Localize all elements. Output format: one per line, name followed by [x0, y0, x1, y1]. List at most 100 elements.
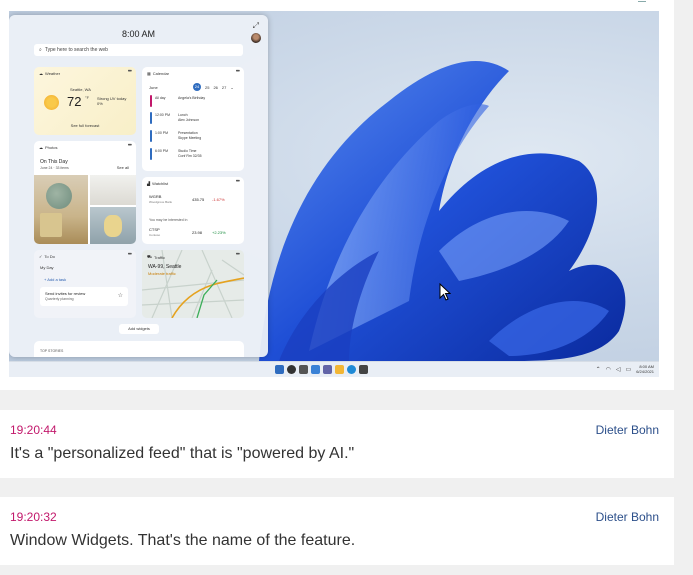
traffic-road: WA-99, Seattle	[148, 264, 182, 270]
live-blog-page: 8:00 AM ⤢ ⌕ Type here to search the web …	[0, 0, 693, 575]
teams-icon[interactable]	[323, 365, 332, 374]
event-name: Studio Time Conf Rm 32/35	[178, 149, 202, 159]
cloud-icon: ☁	[39, 145, 43, 150]
stock-change: +2.23%	[212, 230, 226, 235]
weather-condition: Strong UV today 0%	[97, 96, 126, 106]
post-timestamp[interactable]: 19:20:44	[10, 423, 57, 437]
stock-value: 23.98	[192, 230, 203, 235]
traffic-map	[142, 250, 244, 318]
widgets-icon[interactable]	[311, 365, 320, 374]
add-widgets-button[interactable]: Add widgets	[119, 324, 159, 334]
full-forecast-link[interactable]: See full forecast	[34, 123, 136, 128]
volume-icon[interactable]: ◁	[616, 366, 621, 373]
calendar-day[interactable]: 26	[213, 85, 217, 90]
event-name: Lunch Alex Johnson	[178, 113, 199, 123]
calendar-widget[interactable]: ▦ Calendar ••• June 24 25 26 27 ⌄ All da…	[142, 67, 244, 171]
chevron-up-icon[interactable]: ⌃	[596, 366, 601, 373]
photo-thumbnail[interactable]	[90, 175, 136, 205]
post-timestamp[interactable]: 19:20:32	[10, 510, 57, 524]
live-post: 19:20:32 Dieter Bohn Window Widgets. Tha…	[0, 497, 674, 565]
todo-item-subtitle: Quarterly planning	[45, 297, 74, 301]
todo-list-name[interactable]: My Day	[40, 265, 54, 270]
event-subtitle: Skype Meeting	[178, 136, 202, 140]
stock-name: Woodgrove Bank	[149, 200, 172, 204]
search-input[interactable]: ⌕ Type here to search the web	[34, 44, 243, 56]
check-icon: ✓	[39, 254, 43, 259]
see-all-link[interactable]: See all	[117, 165, 129, 170]
expand-icon[interactable]: ⤢	[253, 21, 259, 31]
edge-icon[interactable]	[347, 365, 356, 374]
calendar-event[interactable]: 6:00 PM Studio Time Conf Rm 32/35	[150, 147, 236, 163]
traffic-title: Traffic	[154, 254, 165, 260]
photos-widget[interactable]: ☁ Photos ••• On This Day June 24 · 33 it…	[34, 141, 136, 244]
photos-heading: On This Day	[40, 159, 68, 165]
event-subtitle: Conf Rm 32/35	[178, 154, 202, 158]
calendar-day[interactable]: 24	[193, 83, 201, 91]
todo-item[interactable]: Send invites for review Quarterly planni…	[40, 287, 128, 306]
event-time: 12:00 PM	[155, 113, 170, 117]
screenshot-card: 8:00 AM ⤢ ⌕ Type here to search the web …	[0, 0, 674, 390]
photos-title: Photos	[45, 145, 58, 150]
more-icon[interactable]: •••	[128, 69, 132, 75]
sun-icon	[44, 95, 59, 110]
add-task-button[interactable]: + Add a task	[44, 277, 66, 282]
wifi-icon[interactable]: ◠	[606, 366, 611, 373]
calendar-day[interactable]: 27	[222, 85, 226, 90]
battery-icon[interactable]: ▭	[626, 366, 632, 373]
start-icon[interactable]	[275, 365, 284, 374]
todo-header: ✓ To Do	[39, 254, 55, 259]
stock-value: 435.75	[192, 197, 205, 202]
top-edge-mark	[638, 0, 646, 2]
panel-time: 8:00 AM	[121, 29, 156, 39]
star-icon[interactable]: ☆	[118, 292, 123, 299]
store-icon[interactable]	[359, 365, 368, 374]
tray-date: 6/24/2021	[636, 369, 654, 374]
tray-clock[interactable]: 8:00 AM 6/24/2021	[636, 364, 654, 374]
more-icon[interactable]: •••	[236, 252, 240, 258]
calendar-event[interactable]: All day Angela's Birthday	[150, 94, 236, 110]
event-color-bar	[150, 130, 152, 142]
task-view-icon[interactable]	[299, 365, 308, 374]
taskbar-icons	[275, 365, 368, 374]
top-stories-label: TOP STORIES	[40, 349, 64, 353]
widgets-panel: 8:00 AM ⤢ ⌕ Type here to search the web …	[9, 15, 268, 357]
traffic-widget[interactable]: ⛟ Traffic ••• WA-99, Seattle Moderate tr…	[142, 250, 244, 318]
event-time: 1:00 PM	[155, 131, 169, 135]
traffic-header: ⛟ Traffic	[147, 254, 165, 260]
event-subtitle: Alex Johnson	[178, 118, 200, 122]
file-explorer-icon[interactable]	[335, 365, 344, 374]
watchlist-note: You may be interested in	[149, 218, 188, 222]
photo-thumbnail[interactable]	[34, 175, 88, 244]
search-icon[interactable]	[287, 365, 296, 374]
stock-symbol: WGRB	[149, 194, 162, 199]
weather-widget[interactable]: ☁ Weather ••• Seattle, WA 72 °F Strong U…	[34, 67, 136, 135]
calendar-event[interactable]: 12:00 PM Lunch Alex Johnson	[150, 111, 236, 127]
watchlist-title: Watchlist	[152, 181, 169, 186]
live-post: 19:20:44 Dieter Bohn It's a "personalize…	[0, 410, 674, 478]
weather-unit: °F	[85, 95, 90, 100]
more-icon[interactable]: •••	[128, 143, 132, 149]
todo-item-title: Send invites for review	[45, 291, 86, 296]
watchlist-widget[interactable]: ▟ Watchlist ••• WGRB Woodgrove Bank 435.…	[142, 177, 244, 244]
car-icon: ⛟	[147, 254, 153, 259]
chevron-down-icon[interactable]: ⌄	[230, 85, 233, 90]
calendar-event[interactable]: 1:00 PM Presentation Skype Meeting	[150, 129, 236, 145]
event-time: 6:00 PM	[155, 149, 169, 153]
event-color-bar	[150, 95, 152, 107]
post-author[interactable]: Dieter Bohn	[596, 423, 659, 437]
weather-header: ☁ Weather	[39, 71, 60, 76]
stock-name: Contoso	[149, 233, 161, 237]
avatar[interactable]	[251, 33, 261, 43]
calendar-day[interactable]: 25	[205, 85, 209, 90]
windows-desktop-screenshot: 8:00 AM ⤢ ⌕ Type here to search the web …	[9, 11, 659, 377]
post-author[interactable]: Dieter Bohn	[596, 510, 659, 524]
more-icon[interactable]: •••	[236, 69, 240, 75]
photos-header: ☁ Photos	[39, 145, 57, 150]
chart-icon: ▟	[147, 181, 151, 186]
add-task-label: Add a task	[47, 277, 67, 282]
more-icon[interactable]: •••	[236, 179, 240, 185]
photo-thumbnail[interactable]	[90, 207, 136, 244]
more-icon[interactable]: •••	[128, 252, 132, 258]
mouse-cursor-icon	[439, 283, 451, 301]
todo-widget[interactable]: ✓ To Do ••• My Day + Add a task Send inv…	[34, 250, 136, 318]
